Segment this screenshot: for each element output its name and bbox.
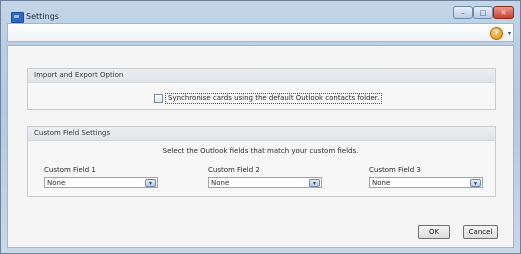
- chevron-down-icon[interactable]: ▾: [145, 179, 156, 187]
- custom-field-2-label: Custom Field 2: [208, 166, 260, 174]
- app-icon: [11, 12, 24, 23]
- sync-checkbox[interactable]: [154, 94, 163, 103]
- custom-field-heading: Custom Field Settings: [28, 127, 495, 141]
- custom-field-3-value: None: [372, 179, 391, 187]
- custom-field-instruction: Select the Outlook fields that match you…: [162, 147, 359, 155]
- cancel-button[interactable]: Cancel: [463, 225, 498, 239]
- chevron-down-icon[interactable]: ▾: [508, 30, 511, 37]
- toolbar: ? ▾: [7, 23, 514, 42]
- custom-field-3-label: Custom Field 3: [369, 166, 421, 174]
- custom-field-1-select[interactable]: None ▾: [44, 177, 158, 188]
- custom-field-2-select[interactable]: None ▾: [208, 177, 322, 188]
- ok-button[interactable]: OK: [418, 225, 450, 239]
- import-export-heading: Import and Export Option: [28, 69, 495, 83]
- maximize-button[interactable]: □: [473, 6, 493, 19]
- custom-field-2-value: None: [211, 179, 230, 187]
- help-icon[interactable]: ?: [490, 27, 503, 40]
- sync-label[interactable]: Synchronise cards using the default Outl…: [165, 93, 383, 104]
- custom-field-1-value: None: [47, 179, 66, 187]
- custom-field-3-select[interactable]: None ▾: [369, 177, 483, 188]
- close-button[interactable]: ✕: [493, 6, 514, 19]
- window-title: Settings: [26, 12, 59, 21]
- minimize-button[interactable]: –: [453, 6, 473, 19]
- chevron-down-icon[interactable]: ▾: [470, 179, 481, 187]
- custom-field-1-label: Custom Field 1: [44, 166, 96, 174]
- chevron-down-icon[interactable]: ▾: [309, 179, 320, 187]
- sync-option[interactable]: Synchronise cards using the default Outl…: [154, 93, 383, 104]
